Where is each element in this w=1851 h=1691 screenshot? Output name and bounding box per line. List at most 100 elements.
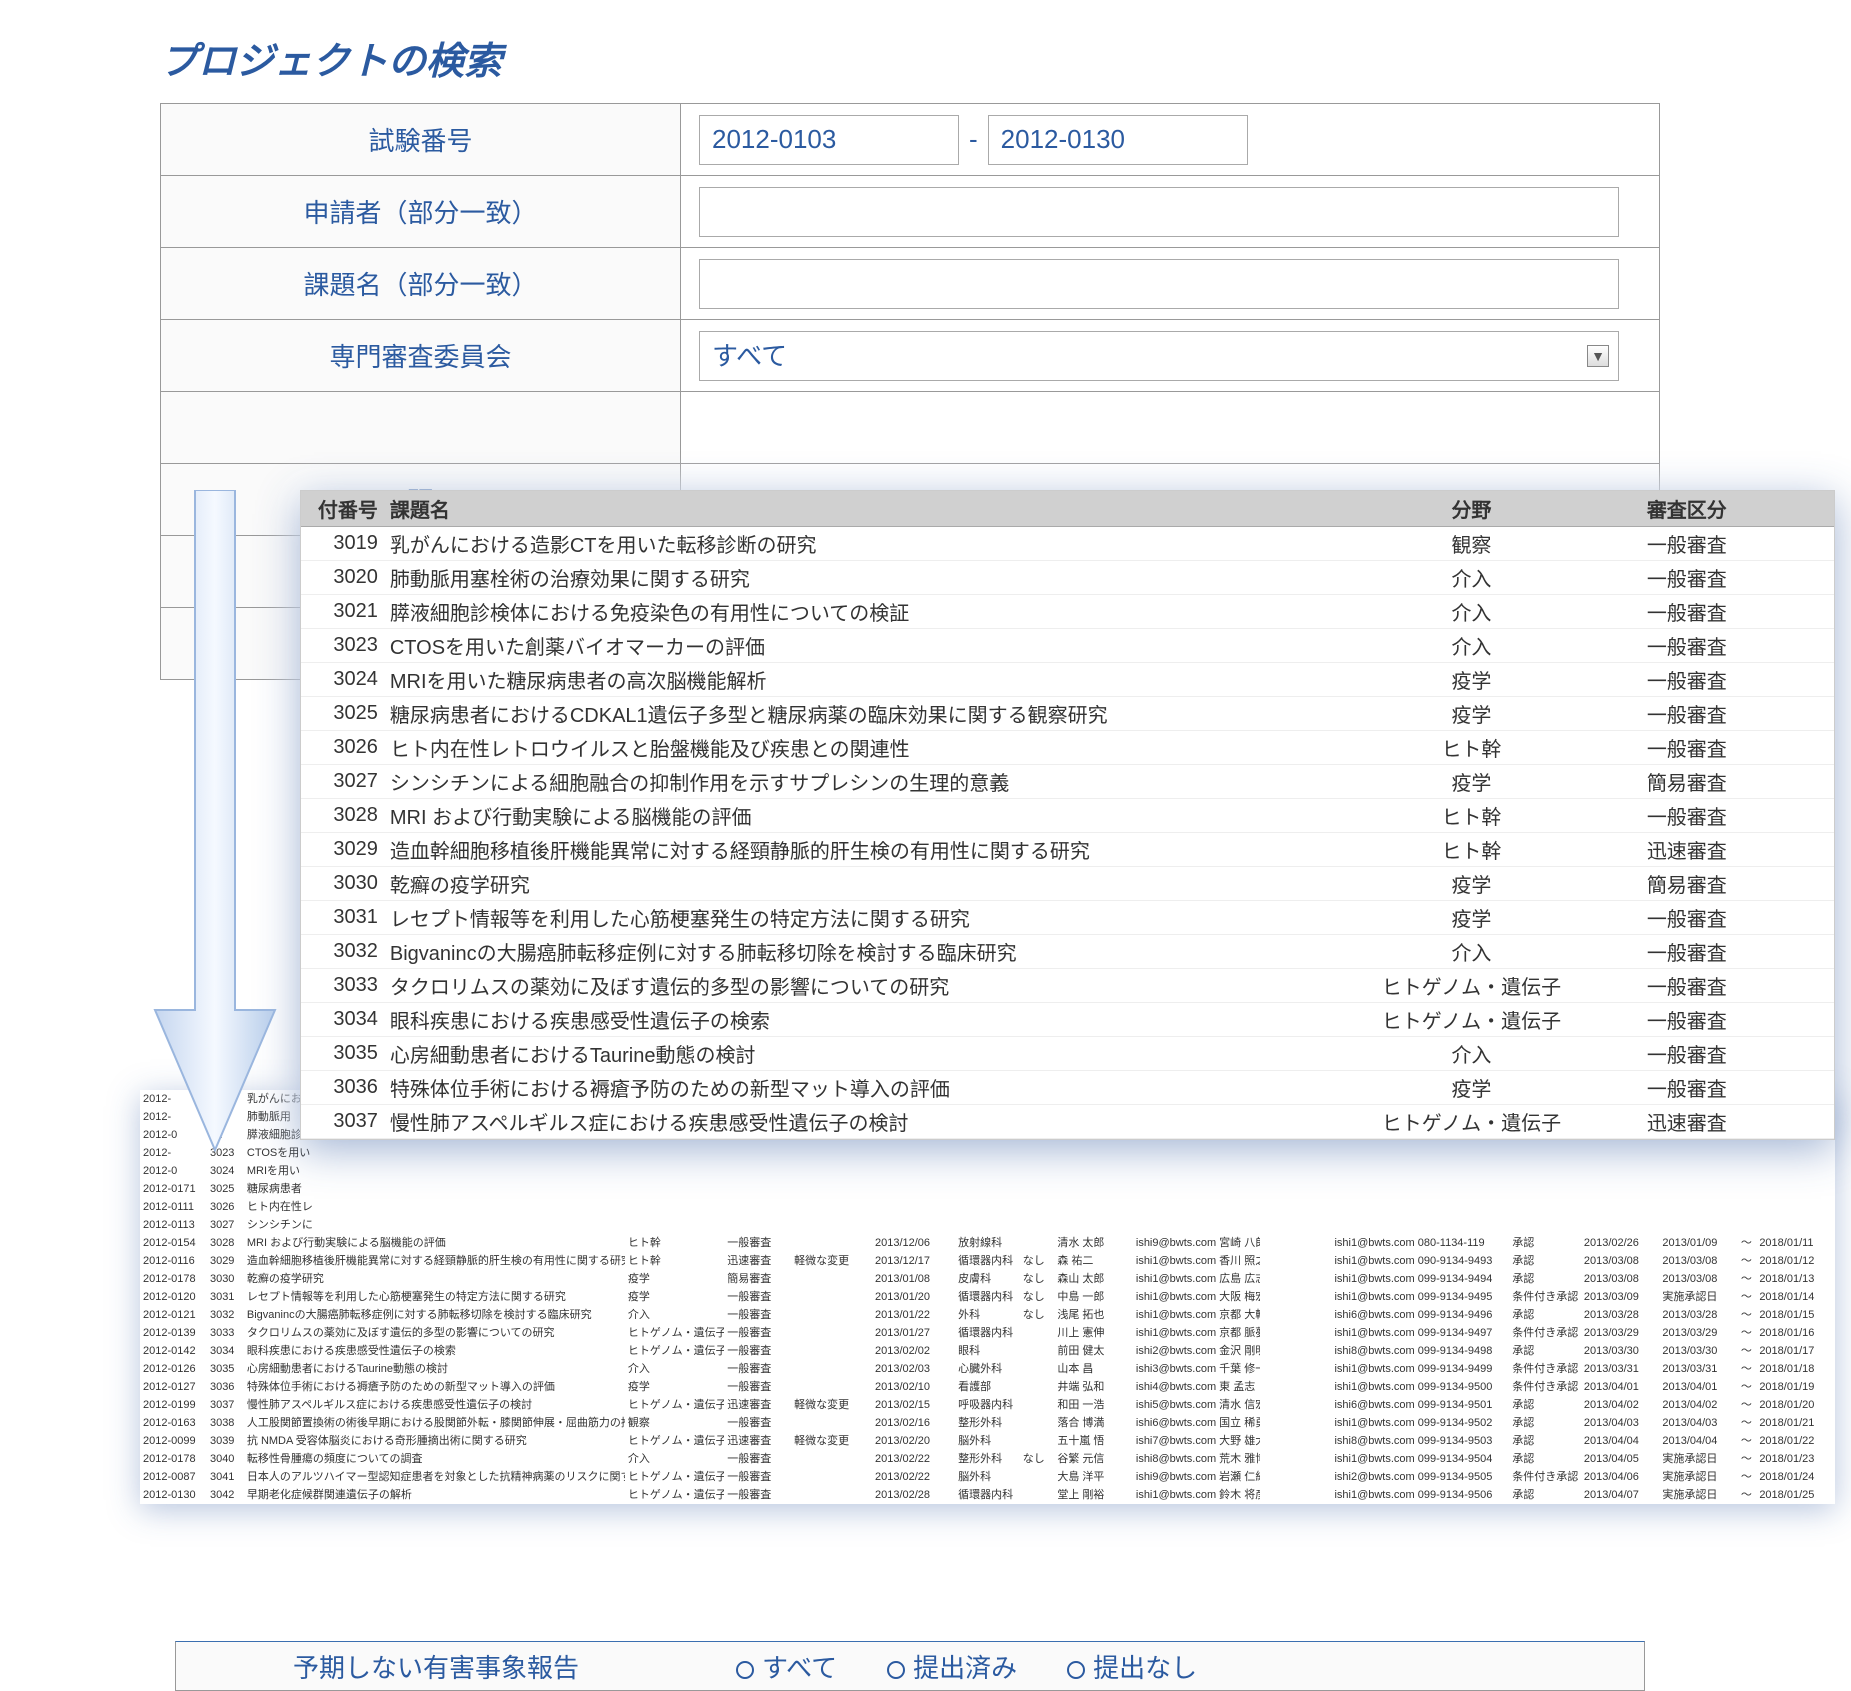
- bg-cell: 2013/03/28: [1659, 1306, 1738, 1324]
- background-results-table: 2012-乳がんにお2012-0肺動脈用2012-021膵液細胞診2012-30…: [140, 1090, 1835, 1504]
- bg-cell: ishi6@bwts.com 099-9134-9496: [1331, 1306, 1509, 1324]
- overlay-row[interactable]: 3033タクロリムスの薬効に及ぼす遺伝的多型の影響についての研究ヒトゲノム・遺伝…: [301, 969, 1834, 1003]
- overlay-row[interactable]: 3032Bigvanincの大腸癌肺転移症例に対する肺転移切除を検討する臨床研究…: [301, 935, 1834, 969]
- bg-row[interactable]: 2012-01783030乾癬の疫学研究疫学簡易審査2013/01/08皮膚科な…: [140, 1270, 1835, 1288]
- bg-cell: 一般審査: [724, 1306, 791, 1324]
- bg-row[interactable]: 2012-01783040転移性骨腫瘍の頻度についての調査介入一般審査2013/…: [140, 1450, 1835, 1468]
- bg-row[interactable]: 2012-01993037慢性肺アスペルギルス症における疾患感受性遺伝子の検討ヒ…: [140, 1396, 1835, 1414]
- overlay-cell: ヒトゲノム・遺伝子: [1316, 1105, 1627, 1139]
- bg-cell: 3037: [207, 1396, 244, 1414]
- bg-cell: [625, 1198, 724, 1216]
- bg-row[interactable]: 2012-01263035心房細動患者におけるTaurine動態の検討介入一般審…: [140, 1360, 1835, 1378]
- bg-cell: 谷繁 元信: [1054, 1450, 1133, 1468]
- bg-cell: 2018/01/23: [1756, 1450, 1835, 1468]
- bg-row[interactable]: 2012-00873041日本人のアルツハイマー型認知症患者を対象とした抗精神病…: [140, 1468, 1835, 1486]
- bg-row[interactable]: 2012-01203031レセプト情報等を利用した心筋梗塞発生の特定方法に関する…: [140, 1288, 1835, 1306]
- overlay-row[interactable]: 3029造血幹細胞移植後肝機能異常に対する経頸静脈的肝生検の有用性に関する研究ヒ…: [301, 833, 1834, 867]
- bg-cell: 3028: [207, 1234, 244, 1252]
- bg-row[interactable]: 2012-01543028MRI および行動実験による脳機能の評価ヒト幹一般審査…: [140, 1234, 1835, 1252]
- bg-row[interactable]: 2012-01633038人工股関節置換術の術後早期における股関節外転・膝関節伸…: [140, 1414, 1835, 1432]
- bg-row[interactable]: 2012-01273036特殊体位手術における褥瘡予防のための新型マット導入の評…: [140, 1378, 1835, 1396]
- bg-cell: [625, 1216, 724, 1234]
- overlay-row[interactable]: 3020肺動脈用塞栓術の治療効果に関する研究介入一般審査: [301, 561, 1834, 595]
- bg-cell: 3034: [207, 1342, 244, 1360]
- overlay-cell: 3028: [301, 799, 384, 833]
- overlay-row[interactable]: 3030乾癬の疫学研究疫学簡易審査: [301, 867, 1834, 901]
- bg-cell: 2012-0154: [140, 1234, 207, 1252]
- bg-cell: 3041: [207, 1468, 244, 1486]
- trial-number-from-input[interactable]: [699, 115, 959, 165]
- bg-cell: 2013/12/06: [872, 1234, 955, 1252]
- bg-cell: [724, 1144, 791, 1162]
- bg-row[interactable]: 2012-03024MRIを用い: [140, 1162, 1835, 1180]
- bg-cell: MRIを用い: [244, 1162, 625, 1180]
- bg-cell: [1260, 1378, 1332, 1396]
- bg-cell: 2013/02/10: [872, 1378, 955, 1396]
- radio-option[interactable]: すべて: [736, 1648, 837, 1685]
- overlay-row[interactable]: 3023CTOSを用いた創薬バイオマーカーの評価介入一般審査: [301, 629, 1834, 663]
- range-separator: -: [969, 124, 978, 154]
- trial-number-to-input[interactable]: [988, 115, 1248, 165]
- overlay-row[interactable]: 3024MRIを用いた糖尿病患者の高次脳機能解析疫学一般審査: [301, 663, 1834, 697]
- overlay-row[interactable]: 3025糖尿病患者におけるCDKAL1遺伝子多型と糖尿病薬の臨床効果に関する観察…: [301, 697, 1834, 731]
- overlay-cell: 糖尿病患者におけるCDKAL1遺伝子多型と糖尿病薬の臨床効果に関する観察研究: [384, 697, 1316, 731]
- overlay-row[interactable]: 3036特殊体位手術における褥瘡予防のための新型マット導入の評価疫学一般審査: [301, 1071, 1834, 1105]
- bg-cell: [1260, 1270, 1332, 1288]
- bg-cell: ishi1@bwts.com 広島 広志: [1133, 1270, 1260, 1288]
- bg-cell: 2013/04/01: [1581, 1378, 1660, 1396]
- overlay-row[interactable]: 3019乳がんにおける造影CTを用いた転移診断の研究観察一般審査: [301, 527, 1834, 561]
- bg-cell: 2013/04/04: [1581, 1432, 1660, 1450]
- overlay-row[interactable]: 3037慢性肺アスペルギルス症における疾患感受性遺伝子の検討ヒトゲノム・遺伝子迅…: [301, 1105, 1834, 1139]
- bg-cell: 2013/04/07: [1581, 1486, 1660, 1504]
- bg-cell: ishi1@bwts.com 京都 大輔: [1133, 1306, 1260, 1324]
- bg-row[interactable]: 2012-01713025糖尿病患者: [140, 1180, 1835, 1198]
- bg-row[interactable]: 2012-01113026ヒト内在性レ: [140, 1198, 1835, 1216]
- bg-cell: 一般審査: [724, 1342, 791, 1360]
- committee-select[interactable]: すべて: [699, 331, 1619, 381]
- overlay-row[interactable]: 3034眼科疾患における疾患感受性遺伝子の検索ヒトゲノム・遺伝子一般審査: [301, 1003, 1834, 1037]
- text-input[interactable]: [699, 259, 1619, 309]
- bg-row[interactable]: 2012-3023CTOSを用い: [140, 1144, 1835, 1162]
- bg-cell: 2012-0178: [140, 1450, 207, 1468]
- bg-cell: ishi1@bwts.com 099-9134-9502: [1331, 1414, 1509, 1432]
- text-input[interactable]: [699, 187, 1619, 237]
- bg-cell: [791, 1450, 872, 1468]
- bg-row[interactable]: 2012-01213032Bigvanincの大腸癌肺転移症例に対する肺転移切除…: [140, 1306, 1835, 1324]
- bg-cell: ishi1@bwts.com 099-9134-9500: [1331, 1378, 1509, 1396]
- form-row-input-cell: [681, 248, 1660, 320]
- bg-cell: [1659, 1144, 1738, 1162]
- bg-cell: 2013/02/22: [872, 1468, 955, 1486]
- bg-cell: [955, 1180, 1020, 1198]
- bg-cell: ヒトゲノム・遺伝子: [625, 1486, 724, 1504]
- bg-cell: 2013/04/03: [1659, 1414, 1738, 1432]
- bg-cell: 一般審査: [724, 1288, 791, 1306]
- bg-cell: [625, 1162, 724, 1180]
- bg-row[interactable]: 2012-01133027シンシチンに: [140, 1216, 1835, 1234]
- radio-option[interactable]: 提出なし: [1067, 1648, 1197, 1685]
- overlay-cell: 3036: [301, 1071, 384, 1105]
- bg-cell: 脳外科: [955, 1468, 1020, 1486]
- bg-row[interactable]: 2012-01163029造血幹細胞移植後肝機能異常に対する経頸静脈的肝生検の有…: [140, 1252, 1835, 1270]
- bg-cell: ishi7@bwts.com 大野 雄大: [1133, 1432, 1260, 1450]
- overlay-row[interactable]: 3028MRI および行動実験による脳機能の評価ヒト幹一般審査: [301, 799, 1834, 833]
- overlay-row[interactable]: 3027シンシチンによる細胞融合の抑制作用を示すサプレシンの生理的意義疫学簡易審…: [301, 765, 1834, 799]
- bg-row[interactable]: 2012-01393033タクロリムスの薬効に及ぼす遺伝的多型の影響についての研…: [140, 1324, 1835, 1342]
- radio-option[interactable]: 提出済み: [887, 1648, 1017, 1685]
- bg-cell: [724, 1162, 791, 1180]
- overlay-cell: 介入: [1316, 595, 1627, 629]
- bg-cell: [955, 1198, 1020, 1216]
- overlay-cell: 一般審査: [1627, 1037, 1834, 1071]
- overlay-row[interactable]: 3031レセプト情報等を利用した心筋梗塞発生の特定方法に関する研究疫学一般審査: [301, 901, 1834, 935]
- overlay-row[interactable]: 3021膵液細胞診検体における免疫染色の有用性についての検証介入一般審査: [301, 595, 1834, 629]
- bg-cell: [1738, 1144, 1756, 1162]
- overlay-row[interactable]: 3035心房細動患者におけるTaurine動態の検討介入一般審査: [301, 1037, 1834, 1071]
- bg-row[interactable]: 2012-01423034眼科疾患における疾患感受性遺伝子の検索ヒトゲノム・遺伝…: [140, 1342, 1835, 1360]
- bg-cell: ～: [1738, 1378, 1756, 1396]
- bg-row[interactable]: 2012-00993039抗 NMDA 受容体脳炎における奇形腫摘出術に関する研…: [140, 1432, 1835, 1450]
- overlay-cell: 膵液細胞診検体における免疫染色の有用性についての検証: [384, 595, 1316, 629]
- bg-cell: 2012-0111: [140, 1198, 207, 1216]
- overlay-row[interactable]: 3026ヒト内在性レトロウイルスと胎盤機能及び疾患との関連性ヒト幹一般審査: [301, 731, 1834, 765]
- bg-cell: [1020, 1180, 1055, 1198]
- bg-row[interactable]: 2012-01303042早期老化症候群関連遺伝子の解析ヒトゲノム・遺伝子一般審…: [140, 1486, 1835, 1504]
- form-row-label: 専門審査委員会: [161, 320, 681, 392]
